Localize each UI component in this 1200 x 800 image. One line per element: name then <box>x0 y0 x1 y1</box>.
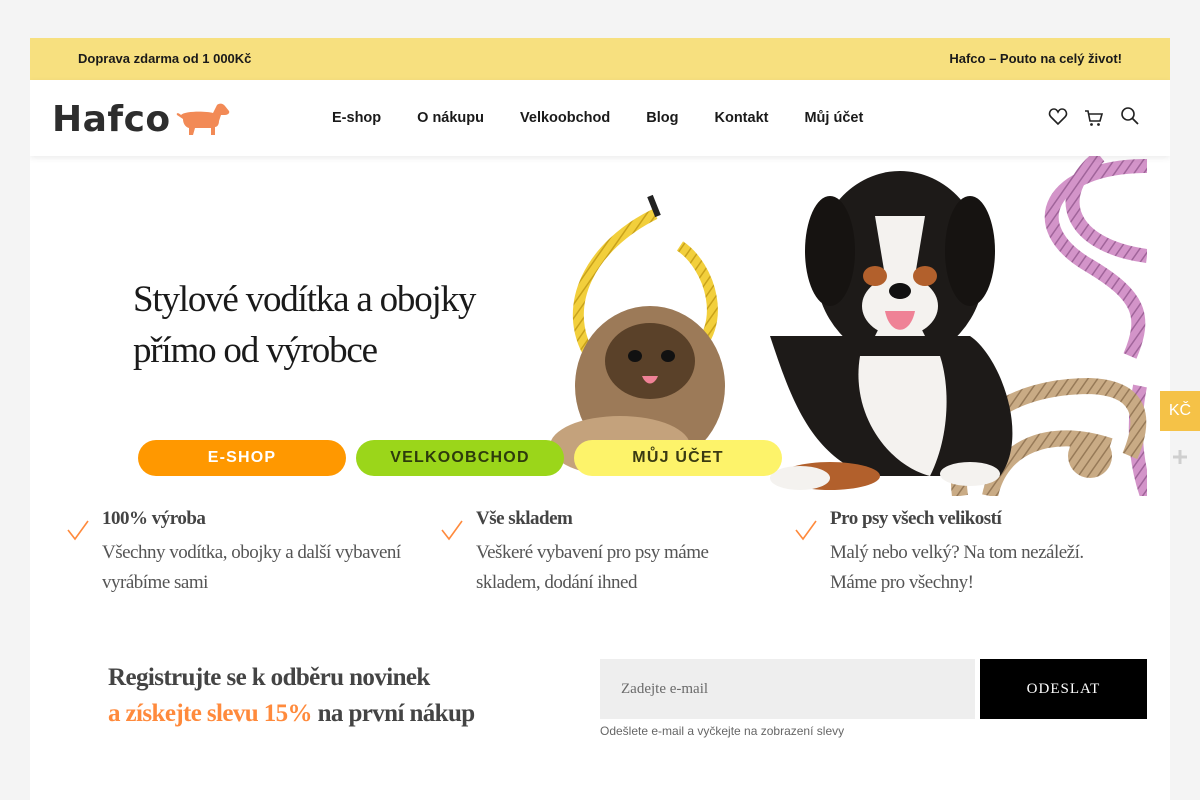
nav-eshop[interactable]: E-shop <box>332 110 381 126</box>
nav-kontakt[interactable]: Kontakt <box>714 110 768 126</box>
newsletter-heading: Registrujte se k odběru novinek a získej… <box>108 660 475 732</box>
feature-title: Vše skladem <box>476 508 573 529</box>
email-hint: Odešlete e-mail a vyčkejte na zobrazení … <box>600 724 845 738</box>
velkoobchod-button[interactable]: VELKOOBCHOD <box>356 440 564 476</box>
eshop-button[interactable]: E-SHOP <box>138 440 346 476</box>
header-icons <box>1048 106 1140 128</box>
nav-o-nakupu[interactable]: O nákupu <box>417 110 484 126</box>
feature-text: Všechny vodítka, obojky a další vybavení… <box>102 542 401 593</box>
site-header: Hafco E-shop O nákupu Velkoobchod Blog K… <box>30 80 1170 156</box>
logo-text: Hafco <box>52 98 171 140</box>
free-shipping-text: Doprava zdarma od 1 000Kč <box>78 51 252 66</box>
page-frame: Doprava zdarma od 1 000Kč Hafco – Pouto … <box>30 38 1170 800</box>
site-logo[interactable]: Hafco <box>52 98 231 140</box>
announcement-bar: Doprava zdarma od 1 000Kč Hafco – Pouto … <box>30 38 1170 80</box>
newsletter-line1: Registrujte se k odběru novinek <box>108 664 430 691</box>
hero-title: Stylové vodítka a obojky přímo od výrobc… <box>133 274 553 376</box>
muj-ucet-button[interactable]: MŮJ ÚČET <box>574 440 782 476</box>
feature-text: Malý nebo velký? Na tom nezáleží. Máme p… <box>830 542 1084 593</box>
hero-title-line1: Stylové vodítka a obojky <box>133 279 476 320</box>
hero-title-line2: přímo od výrobce <box>133 330 378 371</box>
send-button[interactable]: ODESLAT <box>980 659 1147 719</box>
nav-velkoobchod[interactable]: Velkoobchod <box>520 110 610 126</box>
feature-title: 100% výroba <box>102 508 206 529</box>
nav-blog[interactable]: Blog <box>646 110 678 126</box>
email-input[interactable] <box>600 659 975 719</box>
search-icon[interactable] <box>1120 106 1140 128</box>
check-icon <box>441 520 463 541</box>
dog-logo-icon <box>176 103 229 135</box>
nav-muj-ucet[interactable]: Můj účet <box>804 110 863 126</box>
feature-title: Pro psy všech velikostí <box>830 508 1002 529</box>
heart-icon[interactable] <box>1048 106 1068 128</box>
check-icon <box>67 520 89 541</box>
currency-switcher[interactable]: KČ <box>1160 391 1200 431</box>
plus-icon[interactable] <box>1172 449 1188 465</box>
cart-icon[interactable] <box>1084 106 1104 128</box>
feature-text: Veškeré vybavení pro psy máme skladem, d… <box>476 542 709 593</box>
tagline-text: Hafco – Pouto na celý život! <box>949 51 1122 66</box>
check-icon <box>795 520 817 541</box>
main-nav: E-shop O nákupu Velkoobchod Blog Kontakt… <box>332 110 899 126</box>
newsletter-line2: na první nákup <box>311 700 476 727</box>
newsletter-discount: a získejte slevu 15% <box>108 700 313 727</box>
